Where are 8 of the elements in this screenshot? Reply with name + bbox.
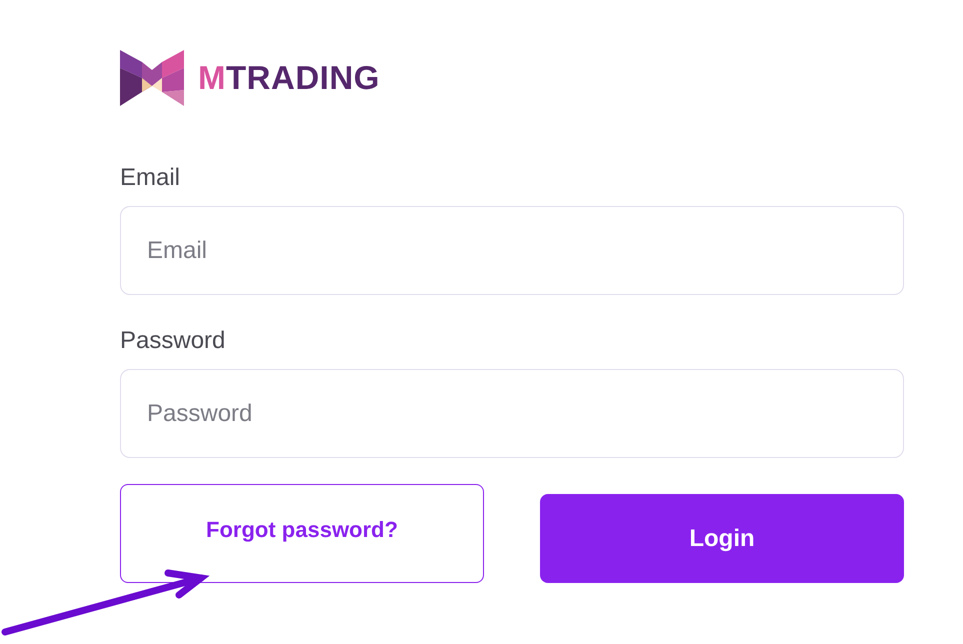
- field-label: Email: [120, 164, 182, 192]
- logo-icon: [120, 50, 184, 106]
- field-label: Password: [120, 327, 226, 355]
- logo-text: MTRADING: [198, 59, 380, 97]
- login-button[interactable]: Login: [540, 494, 904, 583]
- forgot-password-button[interactable]: Forgot password?: [120, 484, 484, 583]
- input-field[interactable]: Password: [120, 369, 904, 458]
- input-field[interactable]: Email: [120, 206, 904, 295]
